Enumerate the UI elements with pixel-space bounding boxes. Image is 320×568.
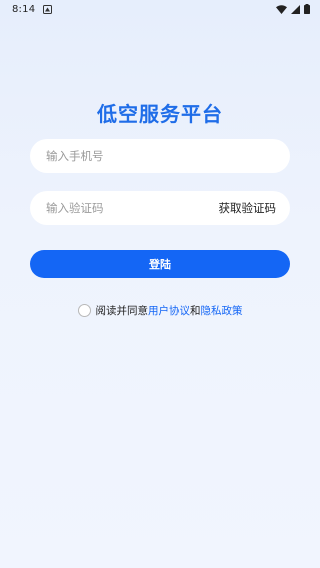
page-title: 低空服务平台 xyxy=(97,102,223,126)
privacy-policy-link[interactable]: 隐私政策 xyxy=(201,303,243,318)
status-left: 8:14 xyxy=(12,3,53,15)
agree-checkbox[interactable] xyxy=(77,304,91,317)
phone-input[interactable] xyxy=(46,149,274,163)
get-code-button[interactable]: 获取验证码 xyxy=(219,200,277,216)
battery-icon xyxy=(304,4,310,14)
phone-field[interactable] xyxy=(30,139,290,173)
code-field[interactable]: 获取验证码 xyxy=(30,191,290,225)
status-bar: 8:14 xyxy=(0,0,320,18)
verification-code-input[interactable] xyxy=(46,201,219,215)
agreement-prefix: 阅读并同意 xyxy=(95,305,149,317)
agreement-conjunction: 和 xyxy=(190,305,201,317)
user-agreement-link[interactable]: 用户协议 xyxy=(148,303,190,318)
wifi-icon xyxy=(276,4,287,14)
status-time: 8:14 xyxy=(12,3,36,15)
notification-icon xyxy=(43,4,53,14)
status-right xyxy=(276,4,310,14)
login-button[interactable]: 登陆 xyxy=(30,250,290,278)
signal-icon xyxy=(291,4,300,14)
agreement: 阅读并同意 用户协议 和 隐私政策 xyxy=(0,303,320,318)
